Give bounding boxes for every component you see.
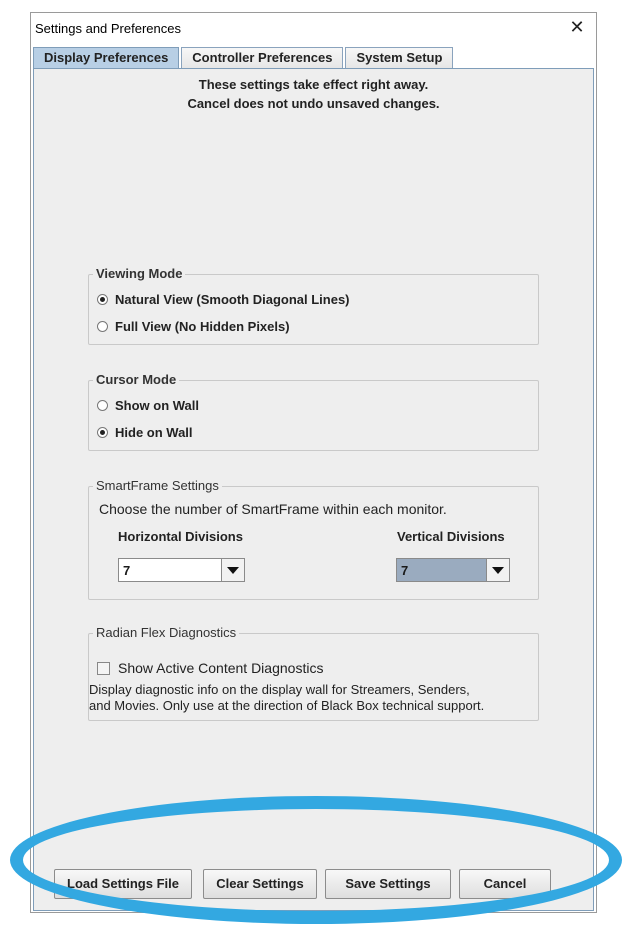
radio-unselected-icon: [97, 321, 108, 332]
diagnostics-description-line-1: Display diagnostic info on the display w…: [89, 682, 470, 697]
vertical-divisions-label: Vertical Divisions: [397, 529, 505, 544]
radio-unselected-icon: [97, 400, 108, 411]
active-content-diagnostics-label: Show Active Content Diagnostics: [118, 660, 324, 676]
hide-on-wall-label: Hide on Wall: [115, 425, 193, 440]
cancel-button[interactable]: Cancel: [459, 869, 551, 899]
close-icon[interactable]: ✕: [566, 17, 588, 39]
tab-display-preferences[interactable]: Display Preferences: [33, 47, 180, 68]
diagnostics-description-line-2: and Movies. Only use at the direction of…: [89, 698, 485, 713]
show-on-wall-radio[interactable]: Show on Wall: [97, 398, 199, 413]
save-settings-button[interactable]: Save Settings: [325, 869, 451, 899]
tab-system-setup[interactable]: System Setup: [345, 47, 454, 68]
viewing-mode-legend: Viewing Mode: [93, 266, 186, 281]
smartframe-group: SmartFrame Settings Choose the number of…: [88, 478, 539, 600]
chevron-down-icon[interactable]: [221, 559, 244, 581]
radio-selected-icon: [97, 294, 108, 305]
display-preferences-panel: These settings take effect right away. C…: [33, 68, 594, 911]
load-settings-file-button[interactable]: Load Settings File: [54, 869, 192, 899]
radio-selected-icon: [97, 427, 108, 438]
tab-strip: Display Preferences Controller Preferenc…: [33, 47, 455, 69]
hide-on-wall-radio[interactable]: Hide on Wall: [97, 425, 193, 440]
clear-settings-button[interactable]: Clear Settings: [203, 869, 317, 899]
cursor-mode-group: Cursor Mode Show on Wall Hide on Wall: [88, 372, 539, 451]
window-title: Settings and Preferences: [35, 21, 181, 36]
viewing-mode-group: Viewing Mode Natural View (Smooth Diagon…: [88, 266, 539, 345]
cursor-mode-legend: Cursor Mode: [93, 372, 180, 387]
vertical-divisions-value: 7: [401, 563, 409, 578]
title-bar: Settings and Preferences ✕: [31, 13, 596, 45]
natural-view-radio[interactable]: Natural View (Smooth Diagonal Lines): [97, 292, 350, 307]
active-content-diagnostics-checkbox[interactable]: Show Active Content Diagnostics: [97, 660, 323, 676]
full-view-radio[interactable]: Full View (No Hidden Pixels): [97, 319, 290, 334]
horizontal-divisions-label: Horizontal Divisions: [118, 529, 243, 544]
horizontal-divisions-value: 7: [123, 563, 131, 578]
diagnostics-group: Radian Flex Diagnostics Show Active Cont…: [88, 625, 539, 721]
chevron-down-icon[interactable]: [486, 559, 509, 581]
tab-controller-preferences[interactable]: Controller Preferences: [181, 47, 344, 68]
full-view-label: Full View (No Hidden Pixels): [115, 319, 290, 334]
smartframe-description: Choose the number of SmartFrame within e…: [99, 501, 447, 517]
settings-window: Settings and Preferences ✕ Display Prefe…: [30, 12, 597, 913]
diagnostics-legend: Radian Flex Diagnostics: [93, 625, 240, 640]
notice-text: These settings take effect right away. C…: [34, 75, 593, 113]
notice-line-1: These settings take effect right away.: [198, 77, 429, 92]
notice-line-2: Cancel does not undo unsaved changes.: [187, 96, 440, 111]
vertical-divisions-select[interactable]: 7: [396, 558, 510, 582]
smartframe-legend: SmartFrame Settings: [93, 478, 222, 493]
horizontal-divisions-select[interactable]: 7: [118, 558, 245, 582]
natural-view-label: Natural View (Smooth Diagonal Lines): [115, 292, 350, 307]
checkbox-icon: [97, 661, 110, 675]
show-on-wall-label: Show on Wall: [115, 398, 200, 413]
